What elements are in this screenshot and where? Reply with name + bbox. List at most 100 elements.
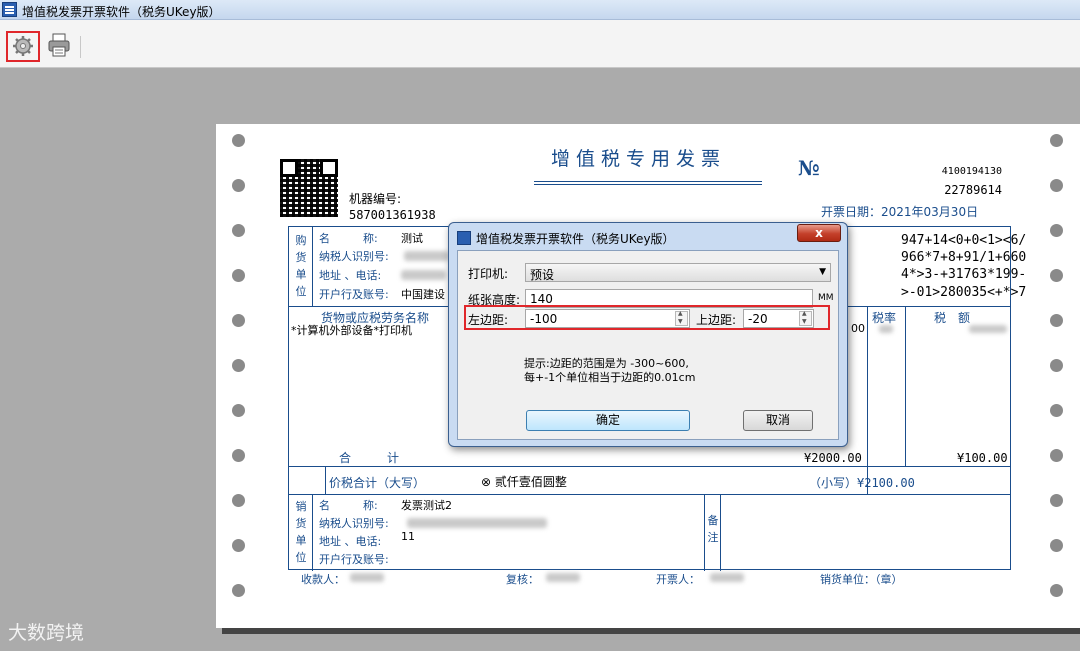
tractor-hole: [232, 224, 245, 237]
seller-bank-label: 开户行及账号:: [319, 553, 389, 566]
tractor-hole: [1050, 224, 1063, 237]
redacted-value: [350, 573, 384, 582]
watermark-logo: 大数跨境: [8, 622, 85, 644]
invoice-title: 增值税专用发票: [551, 148, 727, 170]
seller-address-label: 地址 、电话:: [319, 535, 382, 548]
machine-number: 587001361938: [349, 208, 436, 222]
tractor-hole: [1050, 359, 1063, 372]
tractor-hole: [1050, 584, 1063, 597]
top-margin-label: 上边距:: [696, 313, 737, 327]
buyer-bank-value: 中国建设: [401, 288, 445, 301]
invoice-date: 开票日期：2021年03月30日: [821, 205, 979, 219]
title-underline: [534, 181, 762, 182]
redacted-value: [404, 251, 449, 261]
cipher-line: >-01>280035<+*>7: [901, 285, 1027, 300]
item-amount-partial: 00: [851, 322, 865, 335]
tractor-hole: [232, 449, 245, 462]
col-divider: [720, 494, 721, 571]
printer-value: 预设: [530, 268, 555, 282]
title-underline: [534, 184, 762, 185]
app-icon: [2, 2, 17, 17]
gear-icon: [13, 36, 33, 56]
seller-address-value: 11: [401, 530, 415, 543]
sum-label: 价税合计（大写）: [329, 476, 426, 490]
tractor-hole: [232, 404, 245, 417]
tractor-hole: [232, 359, 245, 372]
chevron-down-icon: ▼: [819, 267, 826, 277]
toolbar-separator: [80, 36, 81, 58]
tractor-hole: [232, 584, 245, 597]
hint-line: 提示:边距的范围是为 -300~600,: [524, 357, 689, 370]
tractor-hole: [232, 179, 245, 192]
remark-label: 备注: [707, 514, 719, 544]
seller-taxid-label: 纳税人识别号:: [319, 517, 389, 530]
tractor-hole: [1050, 179, 1063, 192]
tractor-hole: [1050, 539, 1063, 552]
tractor-hole: [1050, 134, 1063, 147]
machine-label: 机器编号:: [349, 192, 402, 206]
reviewer-label: 复核：: [506, 573, 539, 586]
col-divider: [905, 306, 906, 466]
tractor-hole: [1050, 314, 1063, 327]
margin-hint: 提示:边距的范围是为 -300~600, 每+-1个单位相当于边距的0.01cm: [524, 357, 695, 385]
redacted-value: [401, 270, 446, 280]
print-settings-dialog: 增值税发票开票软件（税务UKey版） x 打印机: 预设 ▼ 纸张高度: 140…: [448, 222, 848, 447]
dialog-body: 打印机: 预设 ▼ 纸张高度: 140 MM 左边距: -100 上边距: -2…: [457, 250, 839, 440]
seller-side-label: 销货单位: [295, 500, 307, 564]
tax-rate-header: 税率: [872, 311, 897, 325]
top-margin-input[interactable]: -20: [743, 309, 814, 328]
buyer-bank-label: 开户行及账号:: [319, 288, 389, 301]
tractor-hole: [232, 269, 245, 282]
seller-seal-label: 销货单位：（章）: [820, 573, 903, 586]
hint-line: 每+-1个单位相当于边距的0.01cm: [524, 371, 696, 384]
printer-select[interactable]: 预设 ▼: [525, 263, 831, 282]
left-margin-value: -100: [530, 312, 558, 326]
toolbar: [0, 20, 1080, 68]
col-divider: [312, 227, 313, 306]
payee-label: 收款人：: [301, 573, 345, 586]
cipher-line: 947+14<0+0<1><6/: [901, 233, 1027, 248]
tractor-hole: [1050, 494, 1063, 507]
close-button[interactable]: x: [797, 224, 841, 242]
col-divider: [704, 494, 705, 571]
number-mark: №: [798, 156, 820, 180]
seller-name-value: 发票测试2: [401, 499, 452, 512]
drawer-label: 开票人：: [656, 573, 700, 586]
tractor-hole: [232, 494, 245, 507]
buyer-side-label: 购货单位: [295, 234, 307, 298]
tractor-hole: [232, 314, 245, 327]
left-margin-spinner[interactable]: [675, 310, 688, 326]
cancel-button[interactable]: 取消: [743, 410, 813, 431]
tractor-hole: [232, 134, 245, 147]
total-amount: ¥2000.00: [804, 451, 862, 465]
buyer-address-label: 地址 、电话:: [319, 269, 382, 282]
redacted-value: [710, 573, 744, 582]
top-margin-spinner[interactable]: [799, 310, 812, 326]
total-tax: ¥100.00: [957, 451, 1008, 465]
row-divider: [289, 466, 1010, 467]
print-settings-button[interactable]: [6, 31, 40, 62]
redacted-value: [969, 325, 1007, 333]
redacted-value: [407, 518, 547, 528]
redacted-value: [546, 573, 580, 582]
buyer-name-label: 名 称:: [319, 232, 378, 245]
ok-button[interactable]: 确定: [526, 410, 690, 431]
sum-small: （小写）¥2100.00: [809, 476, 915, 490]
top-margin-value: -20: [748, 312, 768, 326]
col-divider: [325, 466, 326, 494]
invoice-code: 4100194130: [941, 166, 1002, 177]
invoice-number: 22789614: [944, 183, 1002, 197]
total-label: 合 计: [339, 451, 400, 465]
left-margin-input[interactable]: -100: [525, 309, 690, 328]
qr-code: [280, 159, 338, 217]
app-icon: [457, 231, 471, 245]
printer-label: 打印机:: [468, 267, 509, 281]
print-button[interactable]: [44, 31, 78, 62]
tractor-hole: [1050, 269, 1063, 282]
tractor-hole: [1050, 449, 1063, 462]
tractor-hole: [232, 539, 245, 552]
window-title: 增值税发票开票软件（税务UKey版）: [22, 5, 221, 19]
dialog-title: 增值税发票开票软件（税务UKey版）: [476, 232, 675, 246]
paper-height-unit: MM: [818, 293, 834, 303]
seller-name-label: 名 称:: [319, 499, 378, 512]
